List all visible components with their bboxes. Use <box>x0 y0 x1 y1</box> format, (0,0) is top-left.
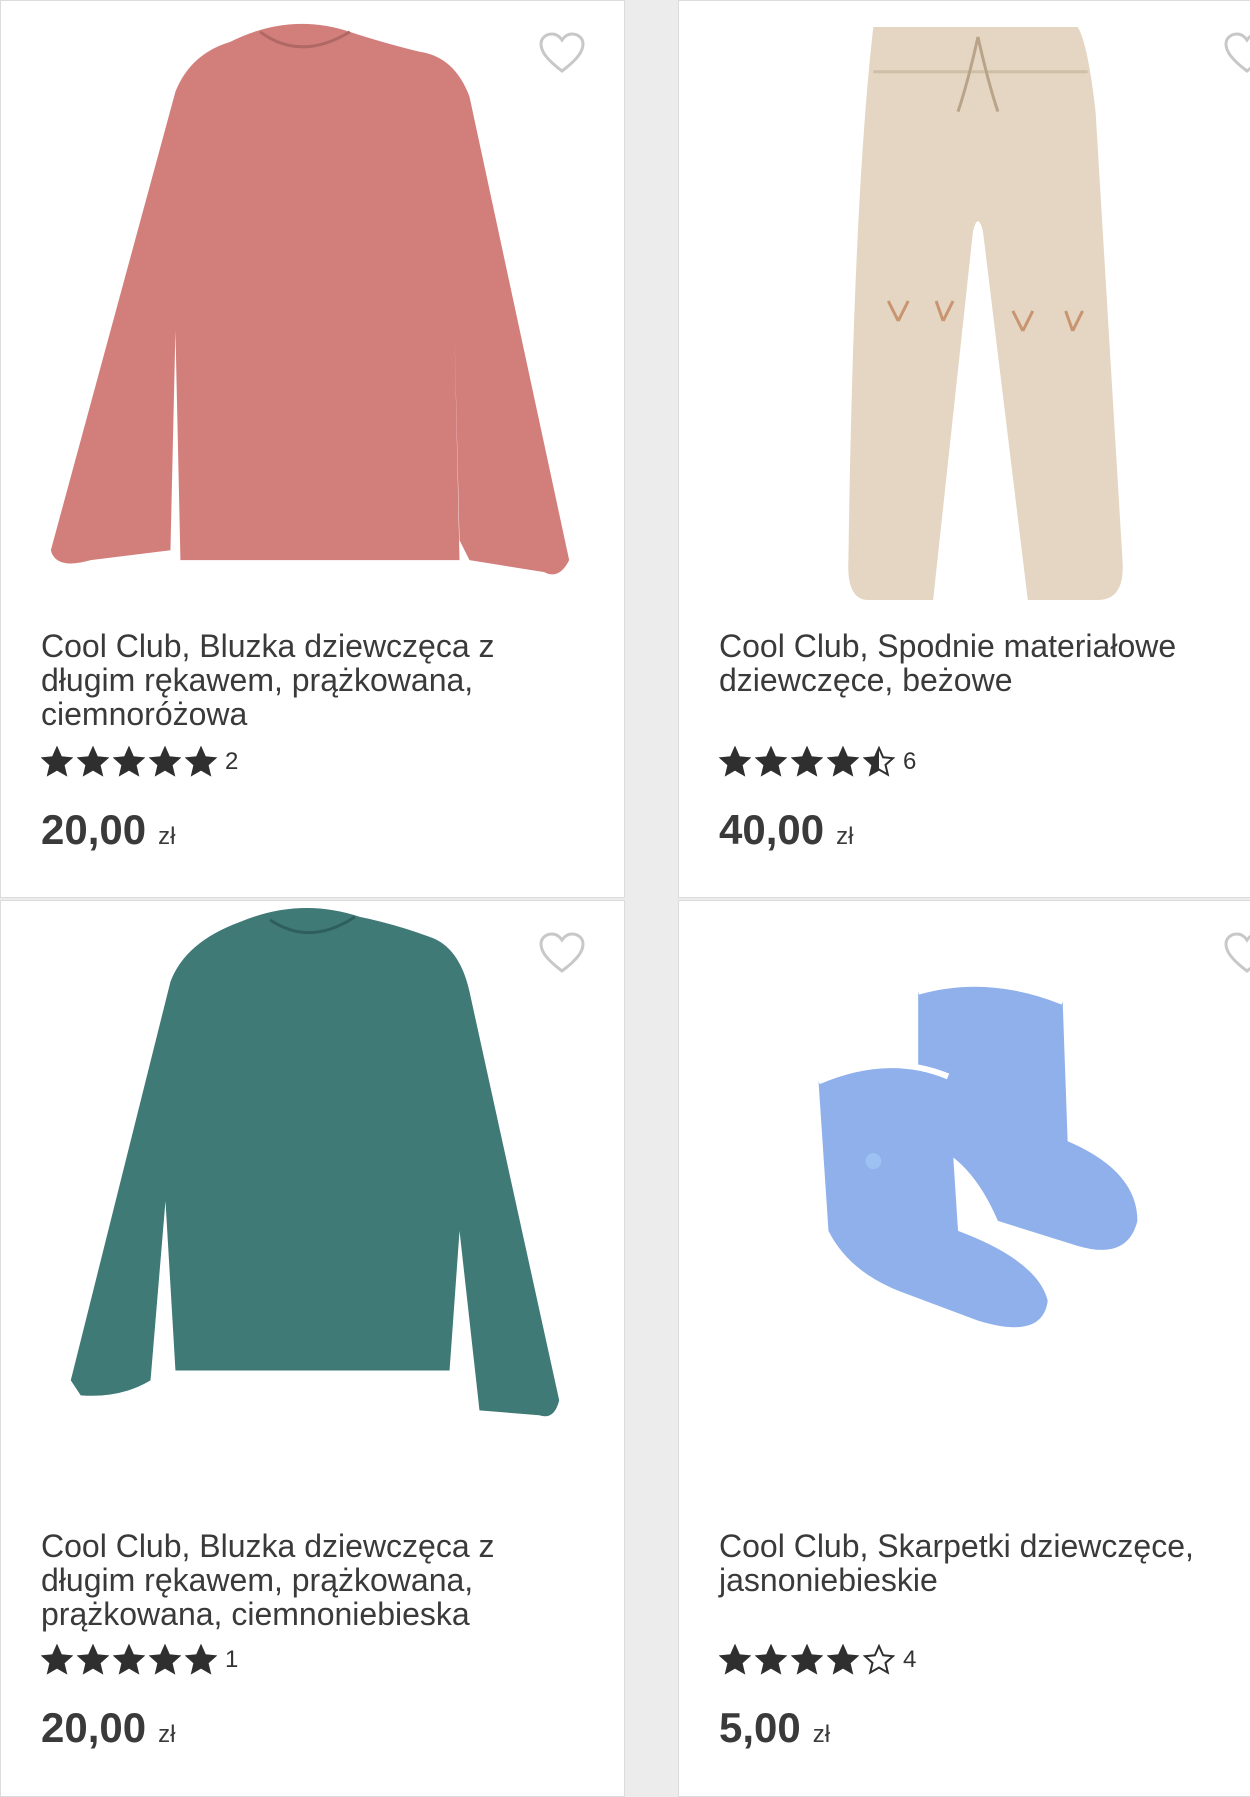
product-card[interactable]: Cool Club, Skarpetki dziewczęce, jasnoni… <box>678 900 1250 1797</box>
price-amount: 40,00 <box>719 806 825 853</box>
review-count: 4 <box>903 1646 917 1673</box>
star-rating <box>719 1644 895 1676</box>
review-count: 1 <box>225 1646 239 1673</box>
price-currency: zł <box>836 823 854 850</box>
star-filled-icon <box>77 1644 109 1675</box>
heart-icon[interactable] <box>538 31 586 75</box>
star-rating <box>719 746 895 778</box>
star-filled-icon <box>755 1644 787 1675</box>
price-amount: 5,00 <box>719 1704 801 1751</box>
rating: 6 <box>719 746 916 778</box>
star-filled-icon <box>77 746 109 777</box>
rating: 2 <box>41 746 238 778</box>
star-filled-icon <box>755 746 787 777</box>
product-image[interactable] <box>679 901 1250 1501</box>
star-filled-icon <box>791 1644 823 1675</box>
star-filled-icon <box>185 746 217 777</box>
star-filled-icon <box>149 1644 181 1675</box>
star-filled-icon <box>113 1644 145 1675</box>
product-card[interactable]: Cool Club, Bluzka dziewczęca z długim rę… <box>0 0 625 898</box>
heart-icon[interactable] <box>1223 931 1250 975</box>
star-filled-icon <box>719 1644 751 1675</box>
rating: 4 <box>719 1644 916 1676</box>
review-count: 6 <box>903 748 917 775</box>
price-amount: 20,00 <box>41 1704 147 1751</box>
price-amount: 20,00 <box>41 806 147 853</box>
product-card[interactable]: Cool Club, Bluzka dziewczęca z długim rę… <box>0 900 625 1797</box>
heart-icon[interactable] <box>1223 31 1250 75</box>
star-rating <box>41 746 217 778</box>
product-card[interactable]: Cool Club, Spodnie materiałowe dziewczęc… <box>678 0 1250 898</box>
price-currency: zł <box>158 1721 176 1748</box>
product-title[interactable]: Cool Club, Bluzka dziewczęca z długim rę… <box>41 629 581 731</box>
product-image[interactable] <box>1 1 624 601</box>
star-filled-icon <box>827 1644 859 1675</box>
price: 5,00 zł <box>719 1704 830 1752</box>
product-title[interactable]: Cool Club, Bluzka dziewczęca z długim rę… <box>41 1529 581 1631</box>
price: 20,00 zł <box>41 806 175 854</box>
star-rating <box>41 1644 217 1676</box>
light-blue-baby-socks-icon <box>817 980 1138 1328</box>
product-title[interactable]: Cool Club, Skarpetki dziewczęce, jasnoni… <box>719 1529 1250 1597</box>
star-filled-icon <box>791 746 823 777</box>
star-filled-icon <box>719 746 751 777</box>
star-filled-icon <box>185 1644 217 1675</box>
star-filled-icon <box>149 746 181 777</box>
price: 20,00 zł <box>41 1704 175 1752</box>
price-currency: zł <box>158 823 176 850</box>
price-currency: zł <box>812 1721 831 1748</box>
rating: 1 <box>41 1644 238 1676</box>
heart-icon[interactable] <box>538 931 586 975</box>
review-count: 2 <box>225 748 239 775</box>
star-filled-icon <box>41 1644 73 1675</box>
star-filled-icon <box>113 746 145 777</box>
beige-trousers-icon <box>848 26 1123 600</box>
star-empty-icon <box>863 1644 895 1675</box>
product-image[interactable] <box>679 1 1250 601</box>
product-image[interactable] <box>1 901 624 1501</box>
price: 40,00 zł <box>719 806 853 854</box>
teal-long-sleeve-top-icon <box>70 908 560 1417</box>
star-half-icon <box>863 746 895 777</box>
star-filled-icon <box>827 746 859 777</box>
star-filled-icon <box>41 746 73 777</box>
product-title[interactable]: Cool Club, Spodnie materiałowe dziewczęc… <box>719 629 1250 697</box>
pink-long-sleeve-top-icon <box>50 23 570 575</box>
